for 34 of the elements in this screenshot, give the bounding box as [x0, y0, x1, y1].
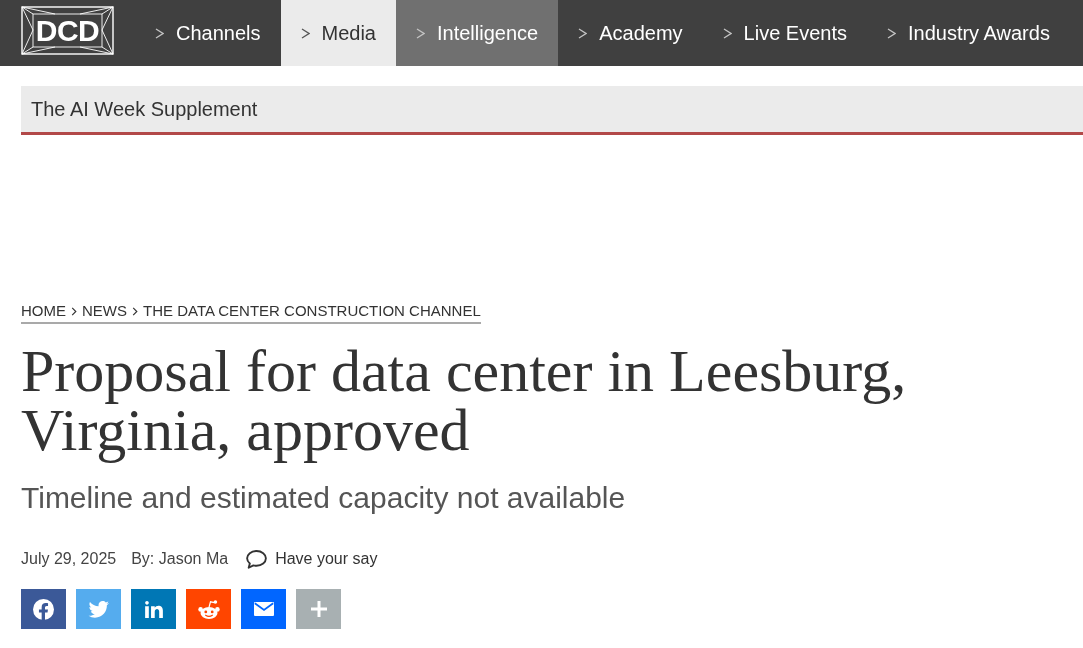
plus-icon	[310, 601, 327, 617]
breadcrumb-link[interactable]: THE DATA CENTER CONSTRUCTION CHANNEL	[143, 302, 481, 320]
speech-bubble-icon	[246, 549, 268, 569]
chevron-icon	[578, 27, 588, 39]
chevron-icon	[155, 27, 164, 39]
nav-item[interactable]: Live Events	[702, 0, 867, 66]
article-subtitle: Timeline and estimated capacity not available	[21, 480, 627, 516]
publish-date: July 29, 2025	[21, 549, 117, 569]
nav-item[interactable]: Media	[280, 0, 396, 66]
comments-link[interactable]: Have your say	[246, 549, 378, 569]
chevron-icon	[132, 306, 138, 316]
breadcrumb-link[interactable]: NEWS	[82, 302, 127, 320]
share-button[interactable]	[21, 589, 66, 629]
byline: By: Jason Ma	[131, 549, 229, 569]
chevron-icon	[886, 27, 896, 39]
chevron-icon	[71, 306, 77, 316]
nav-item[interactable]: Industry Awards	[866, 0, 1070, 66]
logo[interactable]: DCD	[21, 6, 114, 55]
nav-item[interactable]: Channels	[135, 0, 281, 66]
nav-item[interactable]: Intelligence	[396, 0, 559, 66]
linkedin-icon	[144, 600, 163, 618]
chevron-icon	[300, 27, 310, 39]
twitter-icon	[88, 600, 109, 618]
share-button[interactable]	[186, 589, 231, 629]
breadcrumb-link[interactable]: HOME	[21, 302, 66, 320]
supplement-title: The AI Week Supplement	[31, 97, 258, 121]
share-button[interactable]	[131, 589, 176, 629]
facebook-icon	[33, 598, 54, 620]
chevron-icon	[416, 27, 425, 39]
reddit-icon	[197, 599, 220, 619]
nav-item[interactable]: Academy	[558, 0, 703, 66]
mail-icon	[253, 602, 274, 616]
chevron-icon	[722, 27, 732, 39]
share-button[interactable]	[241, 589, 286, 629]
